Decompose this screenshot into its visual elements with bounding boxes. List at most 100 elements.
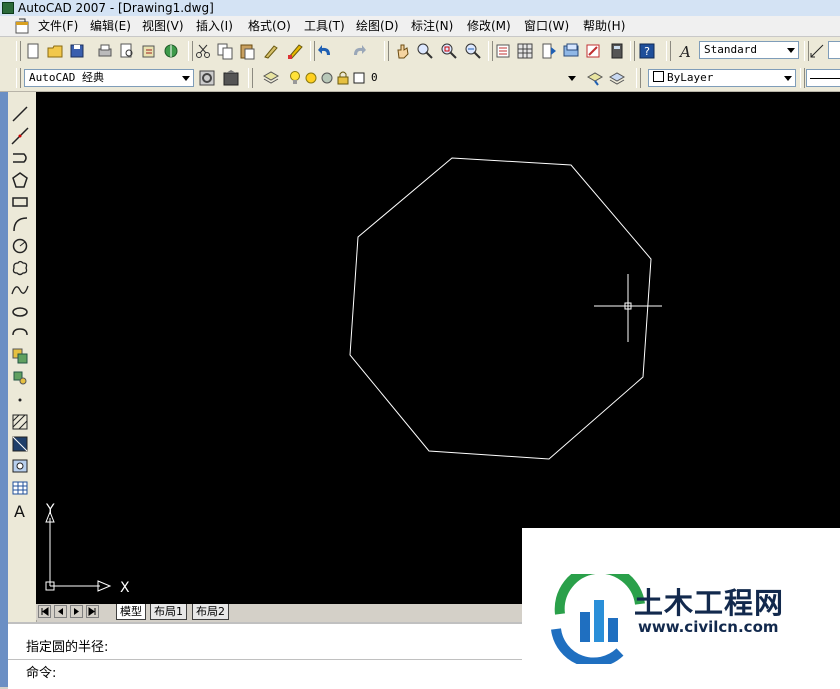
rectangle-icon[interactable] <box>10 192 30 212</box>
octagon-shape[interactable] <box>349 157 652 460</box>
chevron-down-icon <box>784 76 792 81</box>
undo-icon[interactable] <box>316 42 334 60</box>
markup-icon[interactable] <box>584 42 602 60</box>
chevron-down-icon <box>182 76 190 81</box>
workspace-settings-icon[interactable] <box>198 69 216 87</box>
block-editor-icon[interactable] <box>286 42 304 60</box>
linetype-control-select[interactable] <box>806 69 840 87</box>
redo-icon[interactable] <box>350 42 368 60</box>
layer-previous-icon[interactable] <box>608 69 626 87</box>
tool-palettes-icon[interactable] <box>540 42 558 60</box>
multiline-text-icon[interactable]: A <box>10 500 30 521</box>
zoom-previous-icon[interactable] <box>464 42 482 60</box>
workspace-select[interactable]: AutoCAD 经典 <box>24 69 194 87</box>
spline-icon[interactable] <box>10 280 30 300</box>
menu-insert[interactable]: 插入(I) <box>196 18 233 34</box>
menu-tools[interactable]: 工具(T) <box>304 18 345 34</box>
toolbar-separator <box>310 41 315 61</box>
dim-style-icon[interactable] <box>808 42 826 60</box>
region-icon[interactable] <box>10 456 30 476</box>
ucs-y-label: Y <box>45 502 55 518</box>
menu-edit[interactable]: 编辑(E) <box>90 18 131 34</box>
point-icon[interactable] <box>10 390 30 410</box>
revision-cloud-icon[interactable] <box>10 258 30 278</box>
pan-icon[interactable] <box>394 42 412 60</box>
layer-properties-icon[interactable] <box>262 69 280 87</box>
arc-icon[interactable] <box>10 214 30 234</box>
tab-layout2[interactable]: 布局2 <box>192 604 229 620</box>
dim-style-select[interactable] <box>828 41 840 59</box>
toolbar-grip[interactable] <box>666 41 671 61</box>
tab-model[interactable]: 模型 <box>116 604 146 620</box>
polygon-icon[interactable] <box>10 170 30 190</box>
toolbar-grip[interactable] <box>636 68 641 88</box>
3d-dwf-icon[interactable] <box>162 42 180 60</box>
layer-value: 0 <box>371 71 378 84</box>
zoom-realtime-icon[interactable] <box>416 42 434 60</box>
make-block-icon[interactable] <box>10 368 30 388</box>
table-icon[interactable] <box>10 478 30 498</box>
crosshair-cursor <box>594 274 662 342</box>
prev-tab-button[interactable] <box>54 605 67 618</box>
design-center-icon[interactable] <box>516 42 534 60</box>
menu-format[interactable]: 格式(O) <box>248 18 291 34</box>
hatch-icon[interactable] <box>10 412 30 432</box>
properties-icon[interactable] <box>494 42 512 60</box>
toolbar-grip[interactable] <box>800 68 805 88</box>
quickcalc-icon[interactable] <box>608 42 626 60</box>
toolbar-grip[interactable] <box>16 68 21 88</box>
text-style-icon[interactable]: A <box>677 42 695 60</box>
menu-dimension[interactable]: 标注(N) <box>411 18 453 34</box>
menu-help[interactable]: 帮助(H) <box>583 18 625 34</box>
publish-icon[interactable] <box>140 42 158 60</box>
toolbar-grip[interactable] <box>248 68 253 88</box>
construction-line-icon[interactable] <box>10 126 30 146</box>
copy-icon[interactable] <box>216 42 234 60</box>
plot-preview-icon[interactable] <box>118 42 136 60</box>
paste-icon[interactable] <box>238 42 256 60</box>
command-prompt: 命令: <box>26 666 57 681</box>
sheet-set-icon[interactable] <box>562 42 580 60</box>
linetype-sample <box>810 78 840 79</box>
match-properties-icon[interactable] <box>262 42 280 60</box>
circle-icon[interactable] <box>10 236 30 256</box>
menu-draw[interactable]: 绘图(D) <box>356 18 399 34</box>
last-tab-button[interactable] <box>86 605 99 618</box>
toolbar-grip[interactable] <box>16 41 21 61</box>
menu-window[interactable]: 窗口(W) <box>524 18 569 34</box>
window-title: AutoCAD 2007 - [Drawing1.dwg] <box>18 1 214 15</box>
next-tab-button[interactable] <box>70 605 83 618</box>
layer-select[interactable]: 0 <box>366 69 580 87</box>
text-style-select[interactable]: Standard <box>699 41 799 59</box>
tab-layout1[interactable]: 布局1 <box>150 604 187 620</box>
chevron-down-icon <box>787 48 795 53</box>
cut-icon[interactable] <box>194 42 212 60</box>
make-object-layer-current-icon[interactable] <box>586 69 604 87</box>
ellipse-icon[interactable] <box>10 302 30 322</box>
svg-text:?: ? <box>644 45 650 58</box>
workspace-save-icon[interactable] <box>222 69 240 87</box>
menu-modify[interactable]: 修改(M) <box>467 18 511 34</box>
document-icon[interactable] <box>14 18 30 34</box>
insert-block-icon[interactable] <box>10 346 30 366</box>
line-icon[interactable] <box>10 104 30 124</box>
save-icon[interactable] <box>68 42 86 60</box>
text-style-value: Standard <box>704 43 757 56</box>
menu-file[interactable]: 文件(F) <box>38 18 78 34</box>
plot-icon[interactable] <box>96 42 114 60</box>
polyline-icon[interactable] <box>10 148 30 168</box>
new-icon[interactable] <box>24 42 42 60</box>
color-control-select[interactable]: ByLayer <box>648 69 796 87</box>
menu-view[interactable]: 视图(V) <box>142 18 184 34</box>
color-value: ByLayer <box>667 71 714 84</box>
watermark-site-name: 土木工程网 <box>634 586 785 620</box>
menu-bar: 文件(F) 编辑(E) 视图(V) 插入(I) 格式(O) 工具(T) 绘图(D… <box>0 16 840 37</box>
zoom-window-icon[interactable] <box>440 42 458 60</box>
layout-tabs: 模型 布局1 布局2 <box>36 604 524 620</box>
toolbar-separator <box>630 41 635 61</box>
open-icon[interactable] <box>46 42 64 60</box>
ellipse-arc-icon[interactable] <box>10 324 30 344</box>
gradient-icon[interactable] <box>10 434 30 454</box>
first-tab-button[interactable] <box>38 605 51 618</box>
help-icon[interactable]: ? <box>638 42 656 60</box>
